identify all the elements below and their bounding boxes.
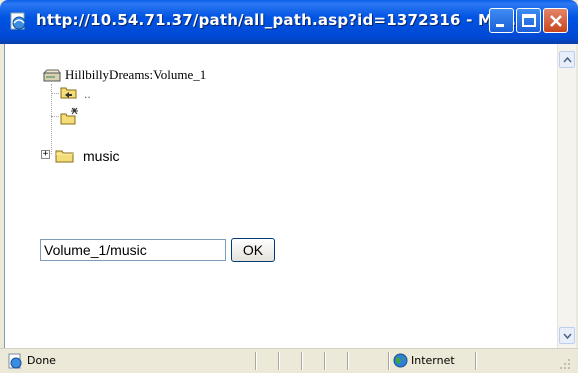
status-divider xyxy=(324,352,325,370)
maximize-button[interactable] xyxy=(516,8,541,33)
status-text: Done xyxy=(27,354,56,367)
folder-icon xyxy=(55,148,75,169)
status-divider xyxy=(347,352,348,370)
folder-up-icon xyxy=(60,85,78,105)
chevron-up-icon xyxy=(563,57,572,63)
expand-toggle[interactable]: + xyxy=(41,150,50,159)
status-divider xyxy=(388,352,389,370)
tree-guide-line xyxy=(51,93,59,94)
vertical-scrollbar[interactable] xyxy=(557,44,576,348)
tree-node-music-label: music xyxy=(83,148,120,164)
scroll-down-button[interactable] xyxy=(559,327,575,344)
status-divider xyxy=(301,352,302,370)
page-done-icon xyxy=(7,353,23,373)
status-divider xyxy=(475,352,476,370)
title-bar[interactable]: http://10.54.71.37/path/all_path.asp?id=… xyxy=(0,0,578,44)
internet-zone-icon xyxy=(393,353,408,373)
tree-guide-line xyxy=(51,84,52,154)
browser-popup-window: http://10.54.71.37/path/all_path.asp?id=… xyxy=(0,0,578,373)
status-divider xyxy=(255,352,256,370)
minimize-button[interactable] xyxy=(489,8,514,33)
minimize-icon xyxy=(496,24,504,27)
status-divider xyxy=(278,352,279,370)
scroll-up-button[interactable] xyxy=(559,51,575,68)
close-button[interactable] xyxy=(543,8,568,33)
ie-page-icon xyxy=(8,11,28,31)
chevron-down-icon xyxy=(563,333,572,339)
status-bar: Done Internet xyxy=(0,348,578,373)
page-content: HillbillyDreams:Volume_1 .. + music Volu… xyxy=(5,44,557,348)
security-zone-label: Internet xyxy=(411,354,455,367)
tree-guide-line xyxy=(51,116,59,117)
path-input[interactable] xyxy=(40,239,226,261)
window-title: http://10.54.71.37/path/all_path.asp?id=… xyxy=(36,11,517,29)
close-icon xyxy=(550,15,562,27)
tree-root-label: HillbillyDreams:Volume_1 xyxy=(65,67,207,82)
page-area: HillbillyDreams:Volume_1 .. + music Volu… xyxy=(4,44,576,348)
tree-node-parent[interactable]: .. xyxy=(60,84,100,102)
ok-button[interactable]: OK xyxy=(231,238,275,262)
resize-grip-icon[interactable] xyxy=(558,357,572,373)
maximize-icon xyxy=(522,14,536,27)
new-folder-button[interactable] xyxy=(60,106,82,126)
tree-node-parent-label: .. xyxy=(84,87,91,101)
tree-node-music[interactable]: + music xyxy=(41,147,151,167)
new-folder-icon xyxy=(60,106,82,131)
drive-icon xyxy=(42,69,61,87)
